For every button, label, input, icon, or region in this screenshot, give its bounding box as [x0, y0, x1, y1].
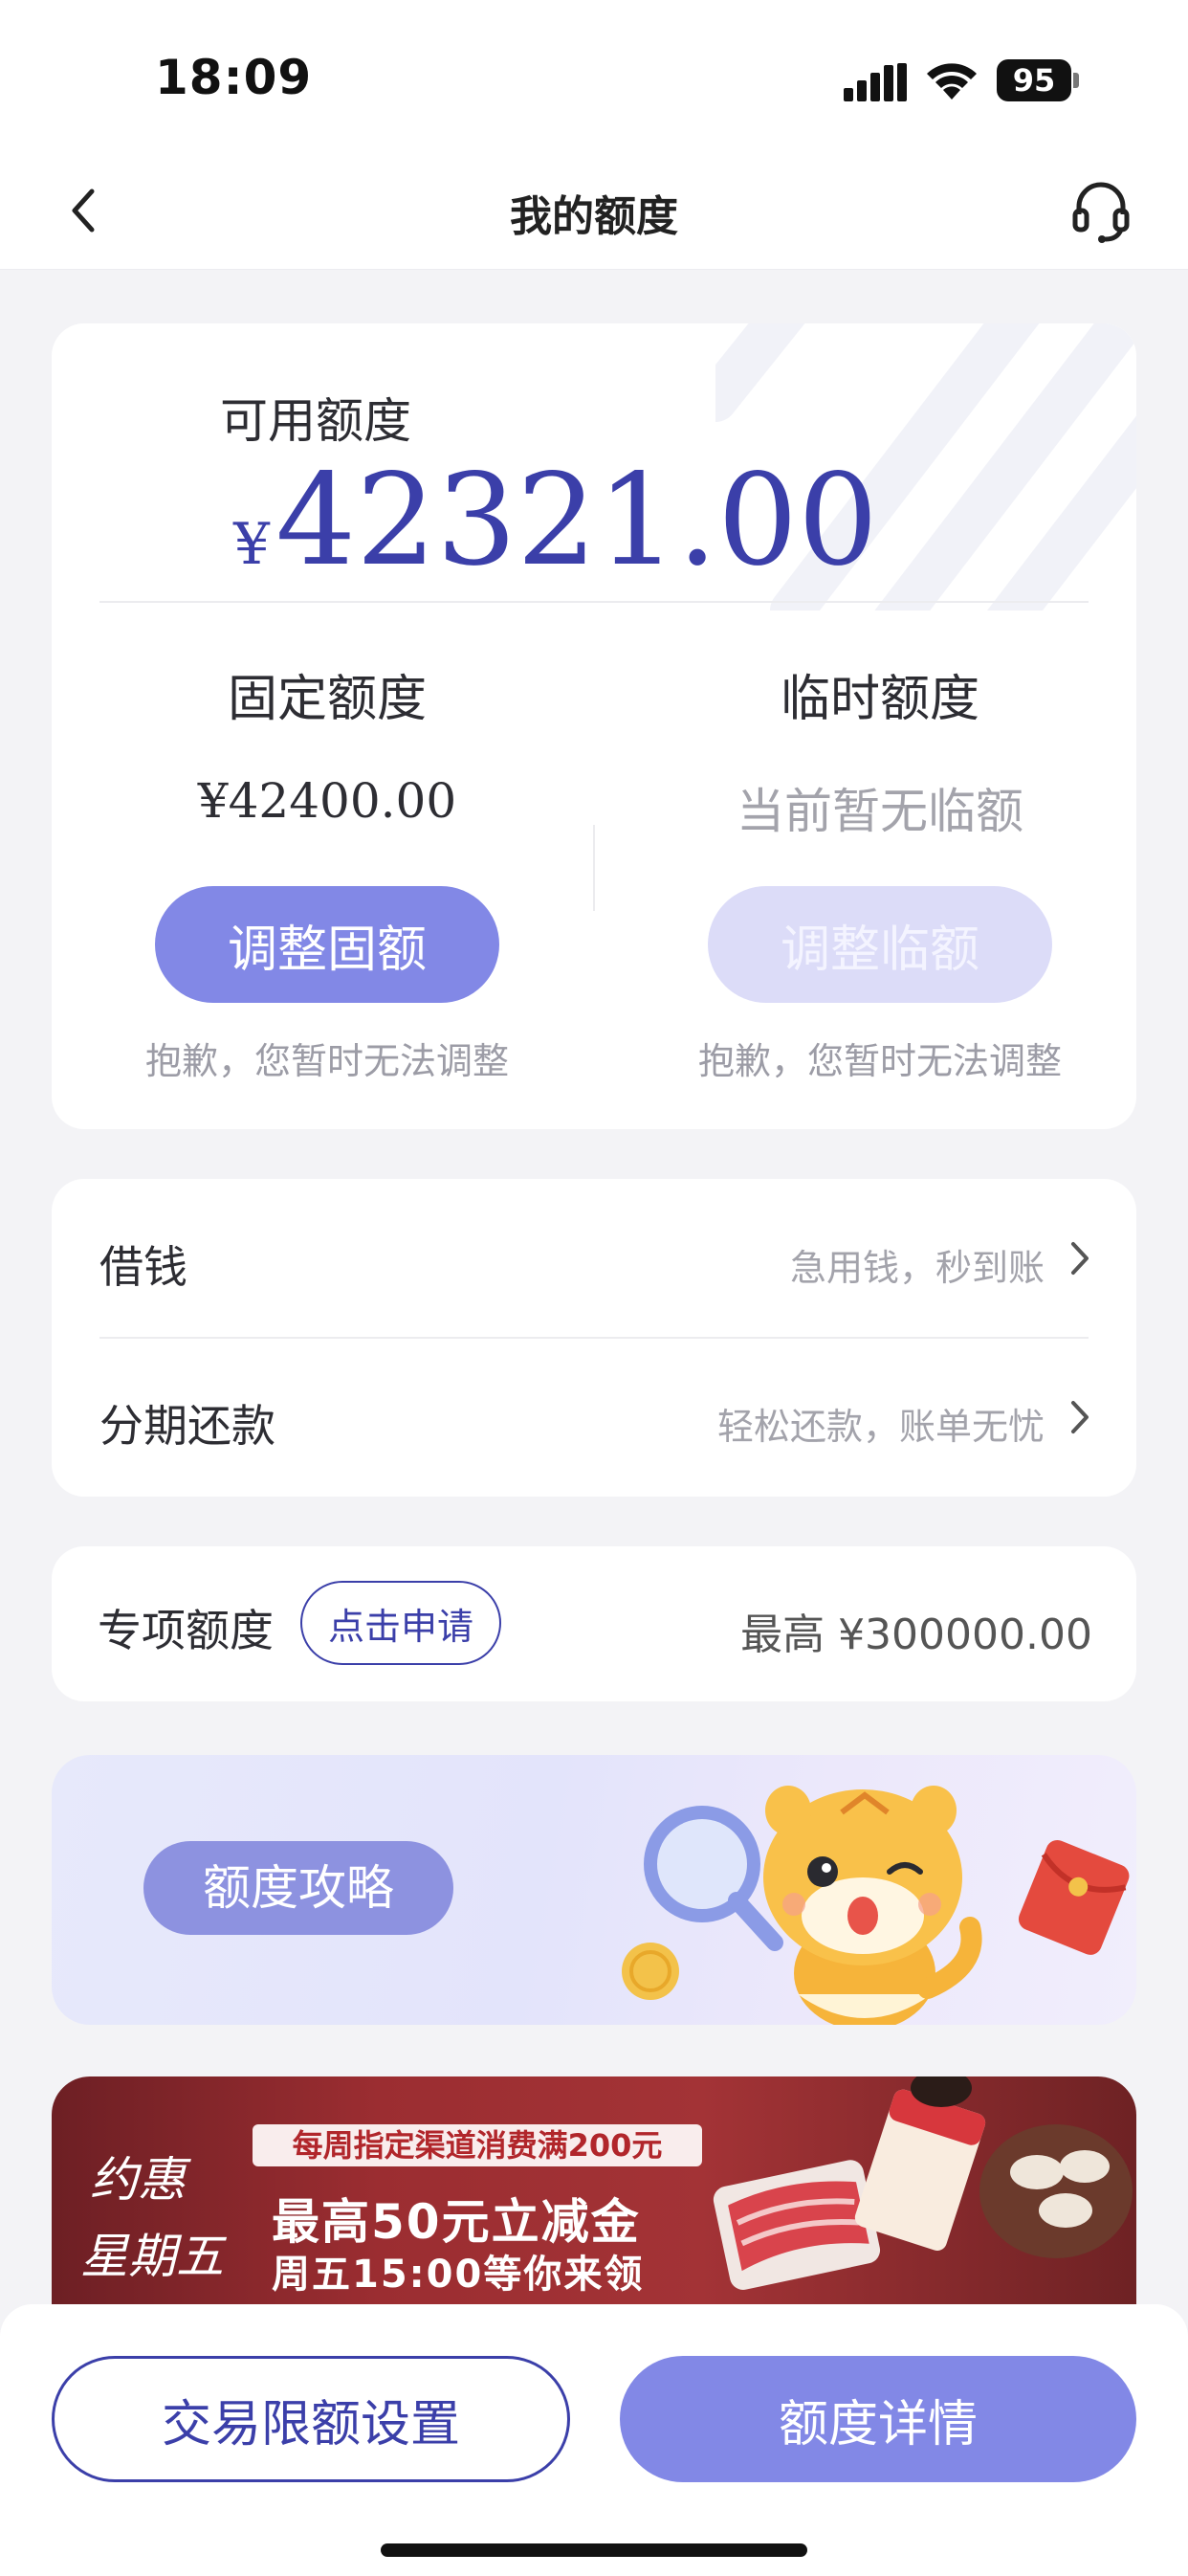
- page-title: 我的额度: [510, 192, 678, 241]
- special-quota-max: 最高 ¥300000.00: [740, 1610, 1092, 1659]
- promo-time: 周五15:00等你来领: [272, 2253, 645, 2297]
- apply-button[interactable]: 点击申请: [300, 1581, 501, 1665]
- tiger-mascot-illustration: [622, 1786, 1130, 2025]
- status-time: 18:09: [155, 50, 313, 105]
- divider: [99, 601, 1089, 603]
- fixed-quota-value: ¥42400.00: [197, 773, 457, 829]
- cellular-signal-icon: [844, 63, 907, 101]
- wifi-icon: [927, 63, 977, 100]
- vertical-divider: [593, 825, 595, 911]
- available-label: 可用额度: [220, 393, 411, 449]
- list-item-borrow[interactable]: 借钱 急用钱，秒到账: [52, 1179, 1136, 1338]
- fixed-quota-note: 抱歉，您暂时无法调整: [144, 1040, 509, 1082]
- available-amount-value: 42321.00: [275, 447, 879, 594]
- temporary-quota-note: 抱歉，您暂时无法调整: [697, 1040, 1062, 1082]
- quota-guide-label: 额度攻略: [143, 1841, 453, 1935]
- battery-icon: 95: [997, 59, 1079, 101]
- available-amount: ¥42321.00: [233, 457, 878, 584]
- battery-level: 95: [997, 59, 1071, 101]
- temporary-quota-title: 临时额度: [780, 671, 979, 728]
- currency-symbol: ¥: [233, 511, 271, 578]
- list-item-title: 分期还款: [99, 1400, 275, 1452]
- quota-guide-banner[interactable]: 额度攻略: [52, 1755, 1136, 2025]
- fixed-quota-section: 固定额度 ¥42400.00 调整固额 抱歉，您暂时无法调整: [126, 658, 528, 1084]
- temporary-quota-section: 临时额度 当前暂无临额 调整临额 抱歉，您暂时无法调整: [679, 658, 1081, 1084]
- list-item-subtitle: 轻松还款，账单无忧: [716, 1406, 1045, 1448]
- services-list: 借钱 急用钱，秒到账 分期还款 轻松还款，账单无忧: [52, 1179, 1136, 1497]
- promo-logo-line2: 星期五: [80, 2229, 224, 2284]
- promo-banner[interactable]: 约惠 星期五 每周指定渠道消费满200元 最高50元立减金 周五15:00等你来…: [52, 2076, 1136, 2316]
- fixed-quota-title: 固定额度: [227, 671, 427, 728]
- adjust-fixed-button[interactable]: 调整固额: [155, 886, 499, 1003]
- food-illustration: [713, 2076, 1133, 2290]
- nav-bar: 我的额度: [0, 153, 1188, 270]
- credit-card: 可用额度 ¥42321.00 固定额度 ¥42400.00 调整固额 抱歉，您暂…: [52, 323, 1136, 1129]
- home-indicator[interactable]: [381, 2543, 807, 2557]
- headset-icon[interactable]: [1069, 178, 1133, 245]
- list-item-title: 借钱: [99, 1241, 187, 1293]
- promo-logo-line1: 约惠: [90, 2152, 186, 2208]
- status-bar: 18:09 95: [0, 0, 1188, 153]
- transaction-limit-button[interactable]: 交易限额设置: [52, 2356, 570, 2482]
- promo-headline: 每周指定渠道消费满200元: [253, 2124, 702, 2166]
- chevron-right-icon: [1071, 1242, 1089, 1275]
- list-item-installment[interactable]: 分期还款 轻松还款，账单无忧: [52, 1338, 1136, 1497]
- temporary-quota-value: 当前暂无临额: [737, 784, 1023, 839]
- quota-detail-button[interactable]: 额度详情: [620, 2356, 1136, 2482]
- adjust-temporary-button[interactable]: 调整临额: [708, 886, 1052, 1003]
- list-item-subtitle: 急用钱，秒到账: [789, 1247, 1045, 1289]
- special-quota-title: 专项额度: [98, 1605, 274, 1656]
- bottom-action-bar: 交易限额设置 额度详情: [0, 2304, 1188, 2576]
- special-quota-card: 专项额度 点击申请 最高 ¥300000.00: [52, 1546, 1136, 1701]
- chevron-right-icon: [1071, 1401, 1089, 1433]
- promo-logo: 约惠 星期五: [80, 2134, 262, 2297]
